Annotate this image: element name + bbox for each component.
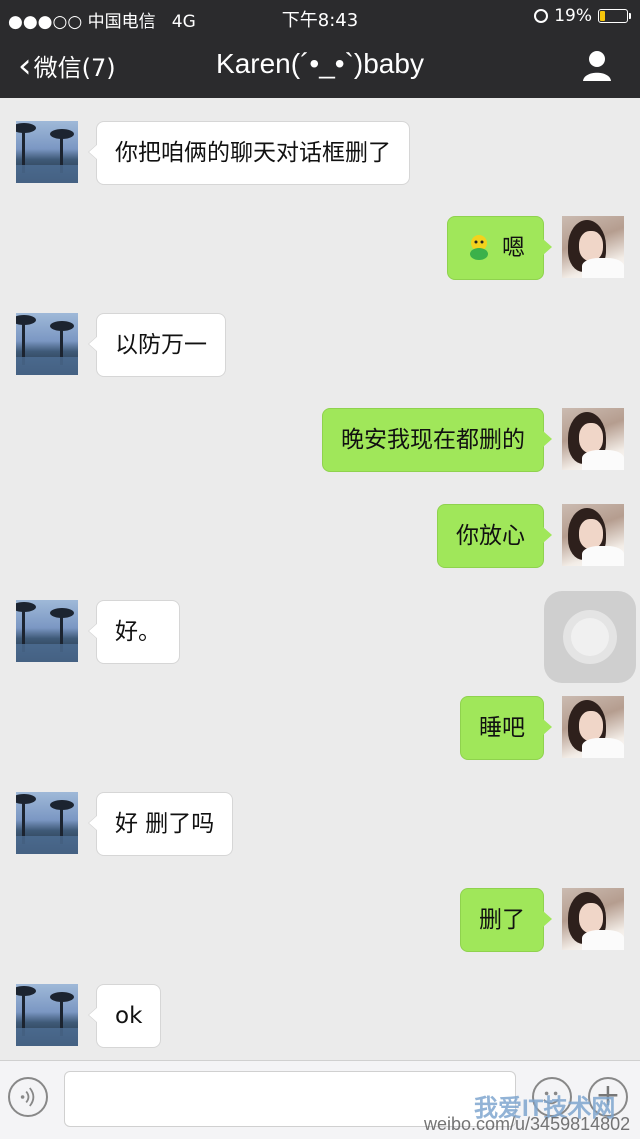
- my-avatar[interactable]: [562, 408, 624, 470]
- message-incoming: 好。: [16, 600, 180, 664]
- green-bean-emoji-icon: [470, 234, 488, 260]
- message-outgoing: 嗯: [447, 216, 624, 280]
- contact-avatar[interactable]: [16, 792, 78, 854]
- message-outgoing: 删了: [460, 888, 624, 952]
- message-bubble[interactable]: 好 删了吗: [87, 792, 234, 856]
- message-outgoing: 你放心: [437, 504, 624, 568]
- message-incoming: 以防万一: [16, 313, 226, 377]
- battery-icon: [598, 9, 631, 23]
- assistive-touch-button[interactable]: [544, 591, 636, 683]
- message-incoming: 你把咱俩的聊天对话框删了: [16, 121, 410, 185]
- rotation-lock-icon: [534, 9, 549, 23]
- message-bubble[interactable]: 以防万一: [88, 313, 226, 377]
- message-outgoing: 睡吧: [460, 696, 624, 760]
- message-bubble[interactable]: 好。: [88, 600, 180, 664]
- message-bubble[interactable]: 你把咱俩的聊天对话框删了: [88, 121, 410, 185]
- message-bubble[interactable]: 你放心: [437, 504, 552, 568]
- message-incoming: 好 删了吗: [16, 792, 234, 856]
- contact-avatar[interactable]: [16, 121, 78, 183]
- message-bubble[interactable]: ok: [87, 984, 162, 1048]
- message-bubble[interactable]: 晚安我现在都删的: [322, 408, 552, 472]
- voice-input-icon[interactable]: [8, 1077, 48, 1117]
- message-incoming: ok: [16, 984, 162, 1048]
- chat-title: Karen(´•_•`)baby: [216, 48, 424, 79]
- watermark-url: weibo.com/u/3459814802: [424, 1114, 631, 1134]
- battery-percent: 19%: [554, 6, 592, 26]
- status-bar: ●●●○○ 中国电信 4G 下午8:43 19%: [0, 0, 640, 34]
- contact-avatar[interactable]: [16, 600, 78, 662]
- my-avatar[interactable]: [562, 504, 624, 566]
- contact-avatar[interactable]: [16, 313, 78, 375]
- message-outgoing: 晚安我现在都删的: [322, 408, 624, 472]
- my-avatar[interactable]: [562, 888, 624, 950]
- message-bubble[interactable]: 嗯: [447, 216, 552, 280]
- my-avatar[interactable]: [562, 216, 624, 278]
- my-avatar[interactable]: [562, 696, 624, 758]
- message-bubble[interactable]: 删了: [460, 888, 552, 952]
- message-bubble[interactable]: 睡吧: [460, 696, 552, 760]
- contact-avatar[interactable]: [16, 984, 78, 1046]
- chat-header: ‹ 微信(7) Karen(´•_•`)baby: [0, 34, 640, 98]
- contact-info-icon[interactable]: [582, 50, 612, 82]
